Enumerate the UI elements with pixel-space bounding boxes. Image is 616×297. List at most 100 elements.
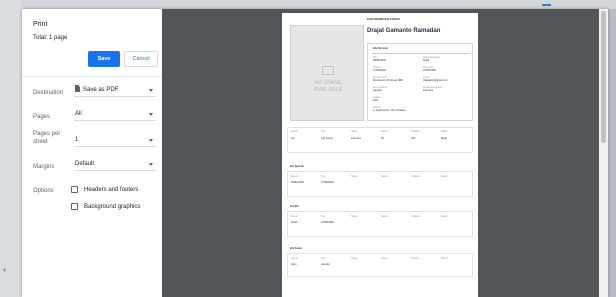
- background-graphics-label[interactable]: Background graphics: [84, 203, 140, 211]
- cancel-button[interactable]: Cancel: [124, 51, 158, 67]
- table-cell: Diskon: [441, 216, 449, 218]
- options-label: Options: [33, 188, 54, 194]
- table-cell: Kode Pos: [351, 138, 361, 140]
- chevron-down-icon: [149, 163, 153, 166]
- field-value: Bondowoso, 28 Januari 1998: [373, 80, 403, 82]
- chevron-down-icon: [149, 139, 153, 142]
- pdf-file-icon: [75, 85, 80, 92]
- field-value: 7136930903: [373, 70, 386, 72]
- table-cell: Status: [381, 258, 388, 260]
- table-cell: Fasilitas: [411, 258, 420, 260]
- table-cell: Status: [381, 216, 388, 218]
- table-cell: Tipe: [321, 258, 326, 260]
- section-title: Info Spesifik: [290, 166, 304, 168]
- table-cell: Tipe: [321, 176, 326, 178]
- section-block: Kamar Tipe Harga Status Fasilitas Diskon…: [287, 253, 473, 277]
- personal-info-card: Info Personal NIK 3508125609 Nama Panggi…: [367, 43, 473, 121]
- table-cell: Harga: [351, 176, 358, 178]
- section-block: Kamar Tipe Harga Status Fasilitas Diskon…: [287, 211, 473, 237]
- pages-per-sheet-label: Pages per sheet: [33, 130, 60, 146]
- section-title: Info Kamar: [290, 248, 302, 250]
- pages-value: All: [75, 111, 82, 117]
- table-cell: Fasilitas: [411, 216, 420, 218]
- table-cell: Kamar: [291, 131, 298, 133]
- table-cell: Diskon: [441, 131, 449, 133]
- pages-per-sheet-select[interactable]: 1: [74, 133, 156, 147]
- table-cell: 3508125609: [291, 182, 304, 184]
- save-button[interactable]: Save: [88, 51, 120, 67]
- table-cell: Bayar: [441, 138, 448, 140]
- table-cell: Tarif: [411, 138, 416, 140]
- destination-label: Destination: [33, 90, 64, 96]
- pages-select[interactable]: All: [74, 107, 156, 121]
- no-image-placeholder: NO IMAGE AVAILABLE: [290, 25, 364, 121]
- placeholder-line1: NO IMAGE: [314, 80, 342, 86]
- background-accent: [542, 4, 551, 6]
- destination-value: Save as PDF: [83, 87, 119, 93]
- pages-per-sheet-value: 1: [75, 137, 79, 143]
- table-cell: Fasilitas: [411, 176, 420, 178]
- table-cell: Harga: [351, 131, 358, 133]
- chevron-down-icon: [149, 113, 153, 116]
- headers-footers-label[interactable]: Headers and footers: [84, 186, 138, 194]
- field-value: 3508125609: [373, 60, 386, 62]
- table-cell: Laki-laki: [321, 264, 330, 266]
- chevron-down-icon: [149, 89, 153, 92]
- background-graphics-checkbox[interactable]: [71, 203, 78, 210]
- table-cell: Diskon: [441, 258, 449, 260]
- pages-per-sheet-label-line2: sheet: [33, 139, 48, 145]
- table-cell: Harga: [351, 258, 358, 260]
- margins-select[interactable]: Default: [74, 157, 156, 171]
- table-cell: Status: [381, 131, 388, 133]
- table-cell: 1234567890: [321, 222, 334, 224]
- print-preview-area[interactable]: DATA RESERVASI KAMAR Drajat Gamanto Rama…: [162, 9, 608, 297]
- dialog-title: Print: [33, 21, 48, 28]
- field-value: Indonesia: [423, 90, 433, 92]
- card-title: Info Personal: [373, 48, 388, 50]
- placeholder-line2: AVAILABLE: [313, 87, 343, 93]
- scrollbar-thumb[interactable]: [601, 11, 606, 143]
- preview-heading: DATA RESERVASI KAMAR: [367, 18, 400, 21]
- preview-page: DATA RESERVASI KAMAR Drajat Gamanto Rama…: [282, 13, 478, 297]
- table-cell: 7136930903: [321, 182, 334, 184]
- table-cell: Kamar: [291, 258, 298, 260]
- table-cell: Status: [381, 176, 388, 178]
- table-cell: Harga: [351, 216, 358, 218]
- background-window-top: [22, 0, 616, 9]
- table-cell: Tipe: [321, 131, 326, 133]
- preview-scrollbar[interactable]: [599, 9, 608, 297]
- field-value: Drajat: [423, 60, 430, 62]
- table-cell: Islam: [291, 264, 297, 266]
- margins-label: Margins: [33, 164, 55, 170]
- table-cell: Drajat: [291, 222, 298, 224]
- section-block: Kamar Tipe Harga Status Fasilitas Diskon…: [287, 171, 473, 197]
- pages-per-sheet-label-line1: Pages per: [33, 131, 61, 137]
- destination-select[interactable]: Save as PDF: [74, 83, 156, 97]
- table-cell: Fasilitas: [411, 131, 420, 133]
- print-dialog: Print Total: 1 page Save Cancel Destinat…: [22, 9, 608, 297]
- image-icon: [322, 66, 334, 75]
- background-window: 4: [0, 0, 22, 297]
- table-cell: Dst: [291, 138, 295, 140]
- table-cell: Tipe Kamar: [321, 138, 333, 140]
- pages-label: Pages: [33, 114, 51, 120]
- detail-block: Kamar Tipe Harga Status Fasilitas Diskon…: [287, 127, 473, 153]
- table-cell: Rp: [381, 138, 384, 140]
- headers-footers-checkbox[interactable]: [71, 186, 78, 193]
- page-count: Total: 1 page: [33, 35, 68, 41]
- section-title: Info Diri: [290, 206, 299, 208]
- table-cell: Kamar: [291, 216, 298, 218]
- table-cell: Tipe: [321, 216, 326, 218]
- field-value: 1234567890: [423, 70, 436, 72]
- print-settings-panel: Print Total: 1 page Save Cancel Destinat…: [22, 9, 162, 297]
- background-text: 4: [3, 268, 6, 274]
- card-divider: [372, 53, 470, 54]
- table-cell: Diskon: [441, 176, 449, 178]
- divider: [22, 76, 162, 77]
- field-value: Laki-laki: [373, 90, 382, 92]
- table-cell: Kamar: [291, 176, 298, 178]
- field-value: drajatganto@gmail.com: [423, 80, 448, 82]
- preview-name: Drajat Gamanto Ramadan: [367, 28, 441, 34]
- field-value: Jl. Sudirman No. 123, Surabaya: [373, 110, 406, 112]
- margins-value: Default: [75, 161, 95, 167]
